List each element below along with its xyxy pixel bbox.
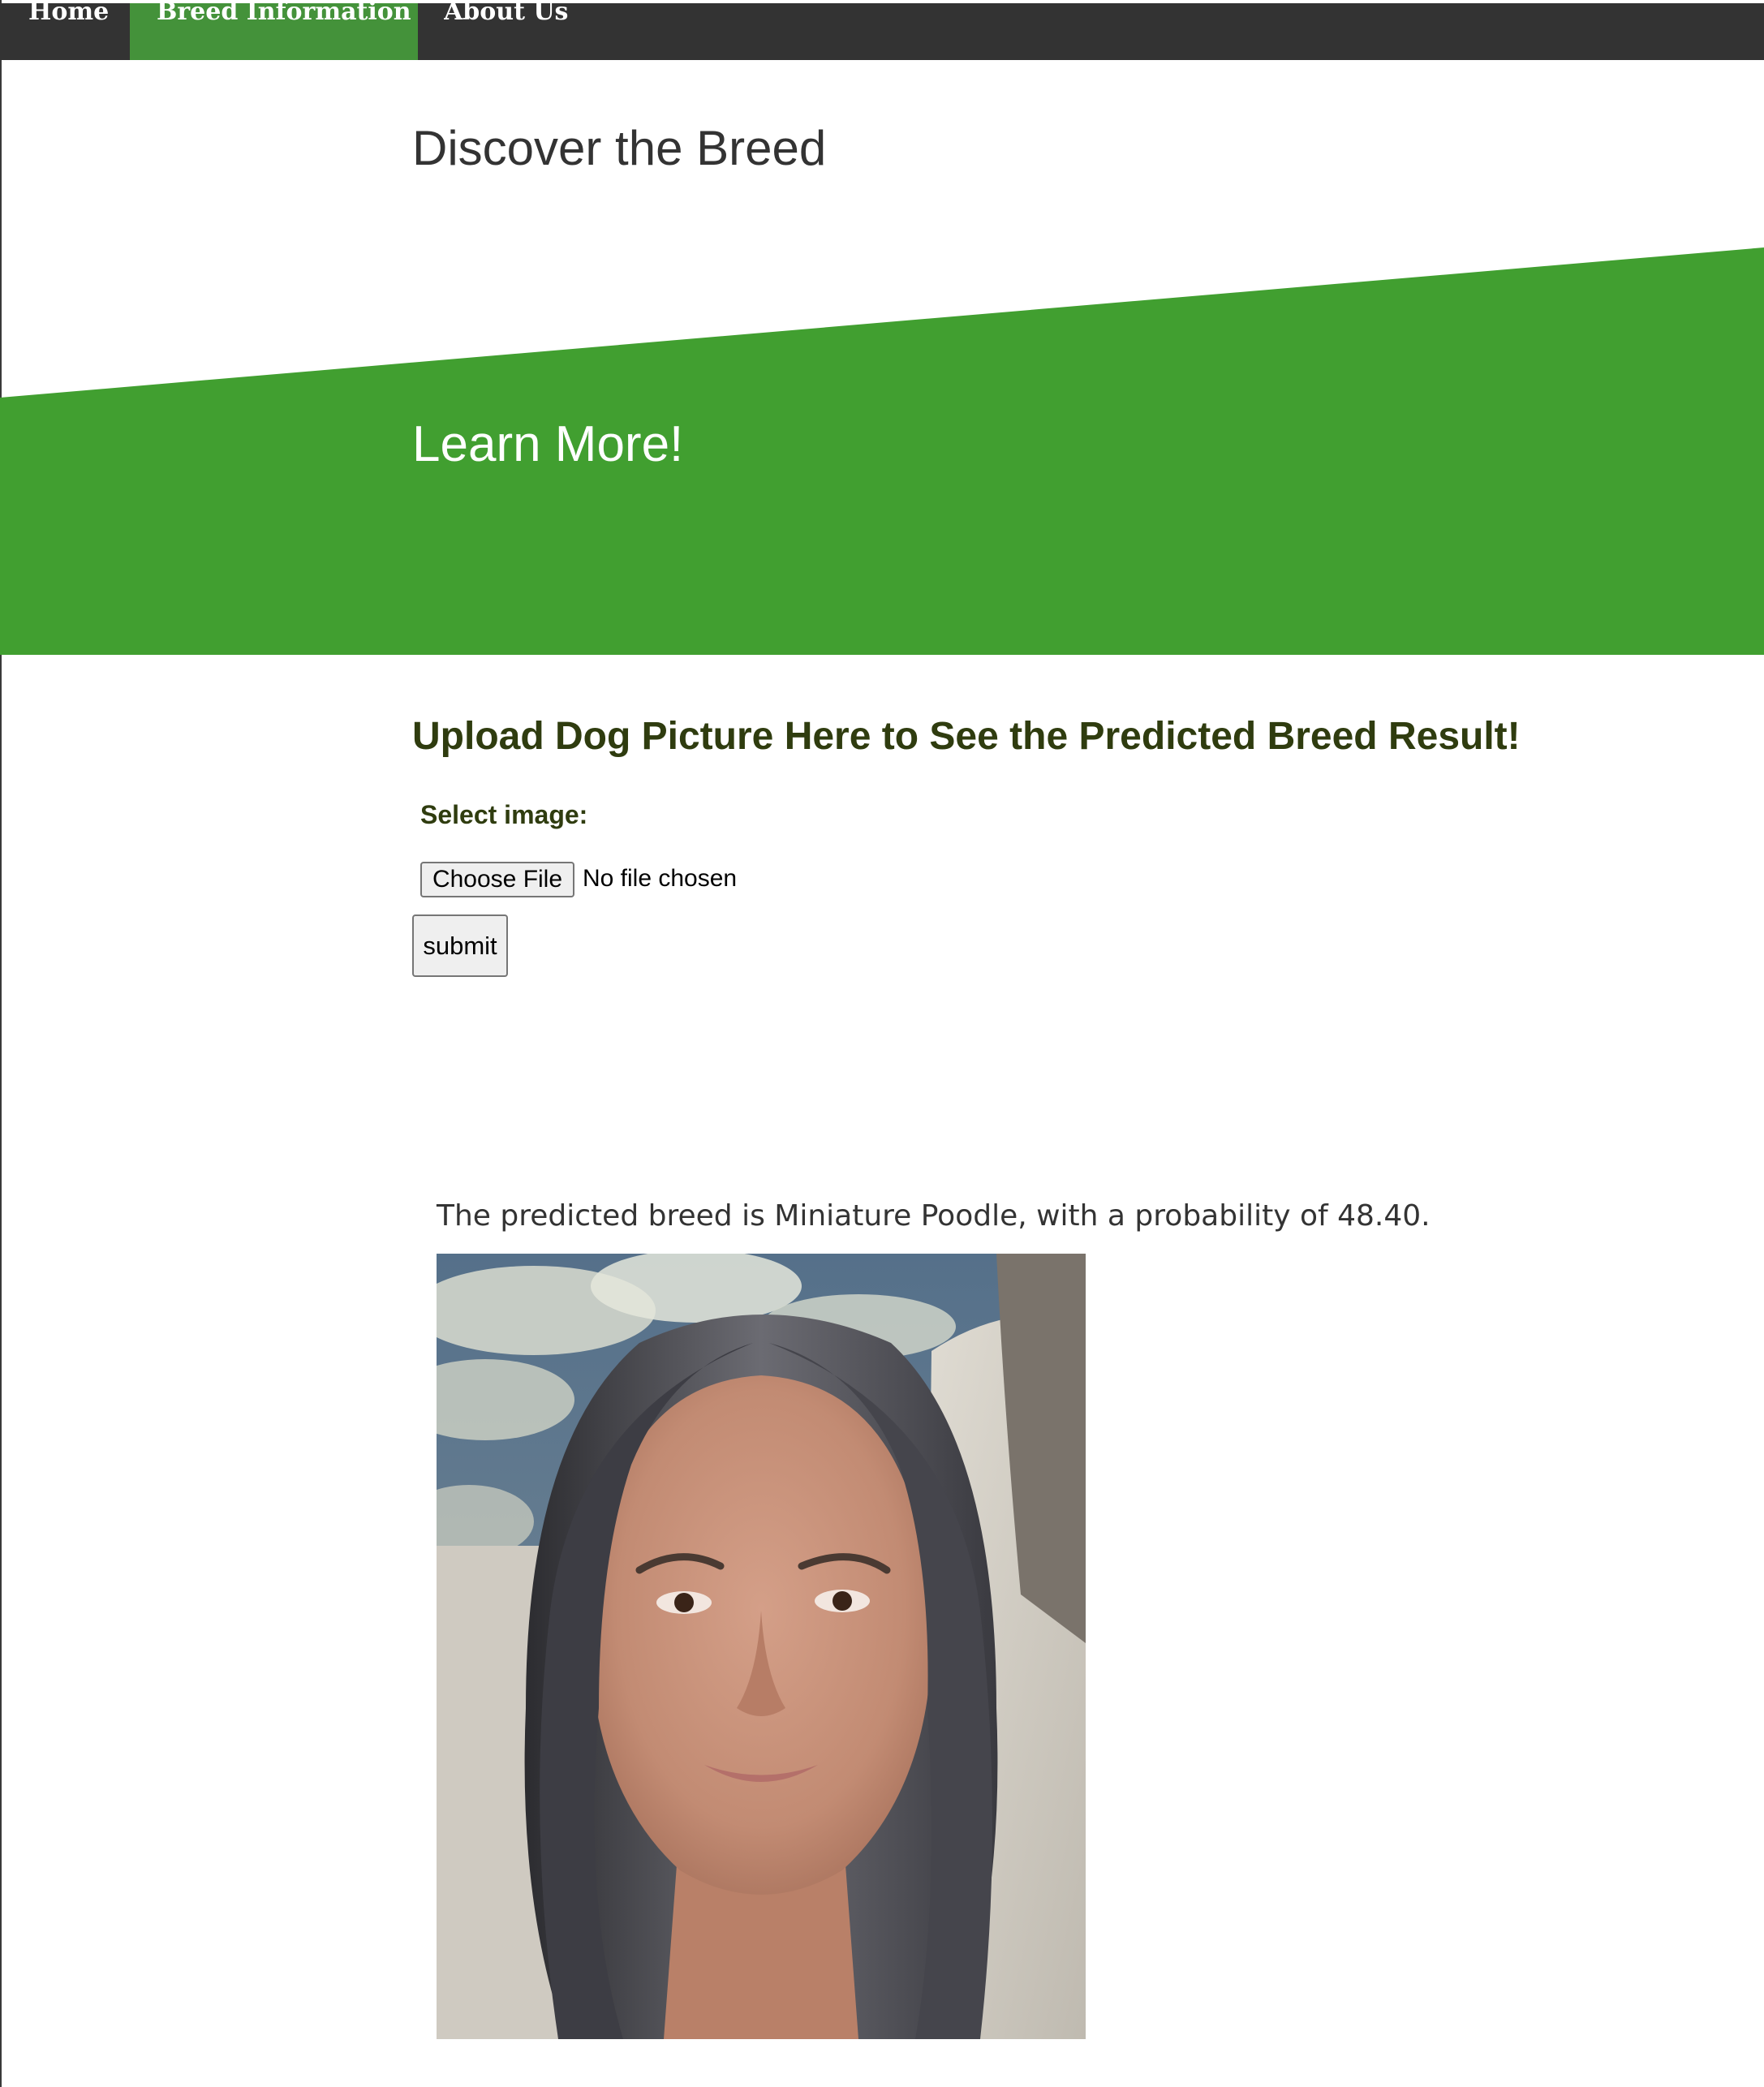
nav-breed-information-link[interactable]: Breed Information xyxy=(130,3,418,60)
nav-home-label: Home xyxy=(28,3,110,26)
nav-breed-information-label: Breed Information xyxy=(157,3,411,26)
file-status-text: No file chosen xyxy=(583,865,738,892)
green-slanted-banner xyxy=(0,247,1764,655)
uploaded-photo-image xyxy=(437,1254,1086,2039)
top-navbar: Home Breed Information About Us xyxy=(0,3,1764,60)
prediction-result-text: The predicted breed is Miniature Poodle,… xyxy=(437,1199,1431,1233)
nav-about-us-link[interactable]: About Us xyxy=(444,3,606,60)
submit-button[interactable]: submit xyxy=(412,914,508,977)
upload-heading: Upload Dog Picture Here to See the Predi… xyxy=(412,715,1521,758)
banner-learn-more-text: Learn More! xyxy=(412,416,684,472)
page-left-border xyxy=(0,0,2,2087)
select-image-label: Select image: xyxy=(420,800,588,829)
nav-home-link[interactable]: Home xyxy=(28,3,134,60)
nav-about-us-label: About Us xyxy=(444,3,569,26)
page-title: Discover the Breed xyxy=(412,121,827,175)
choose-file-button[interactable]: Choose File xyxy=(420,862,574,897)
